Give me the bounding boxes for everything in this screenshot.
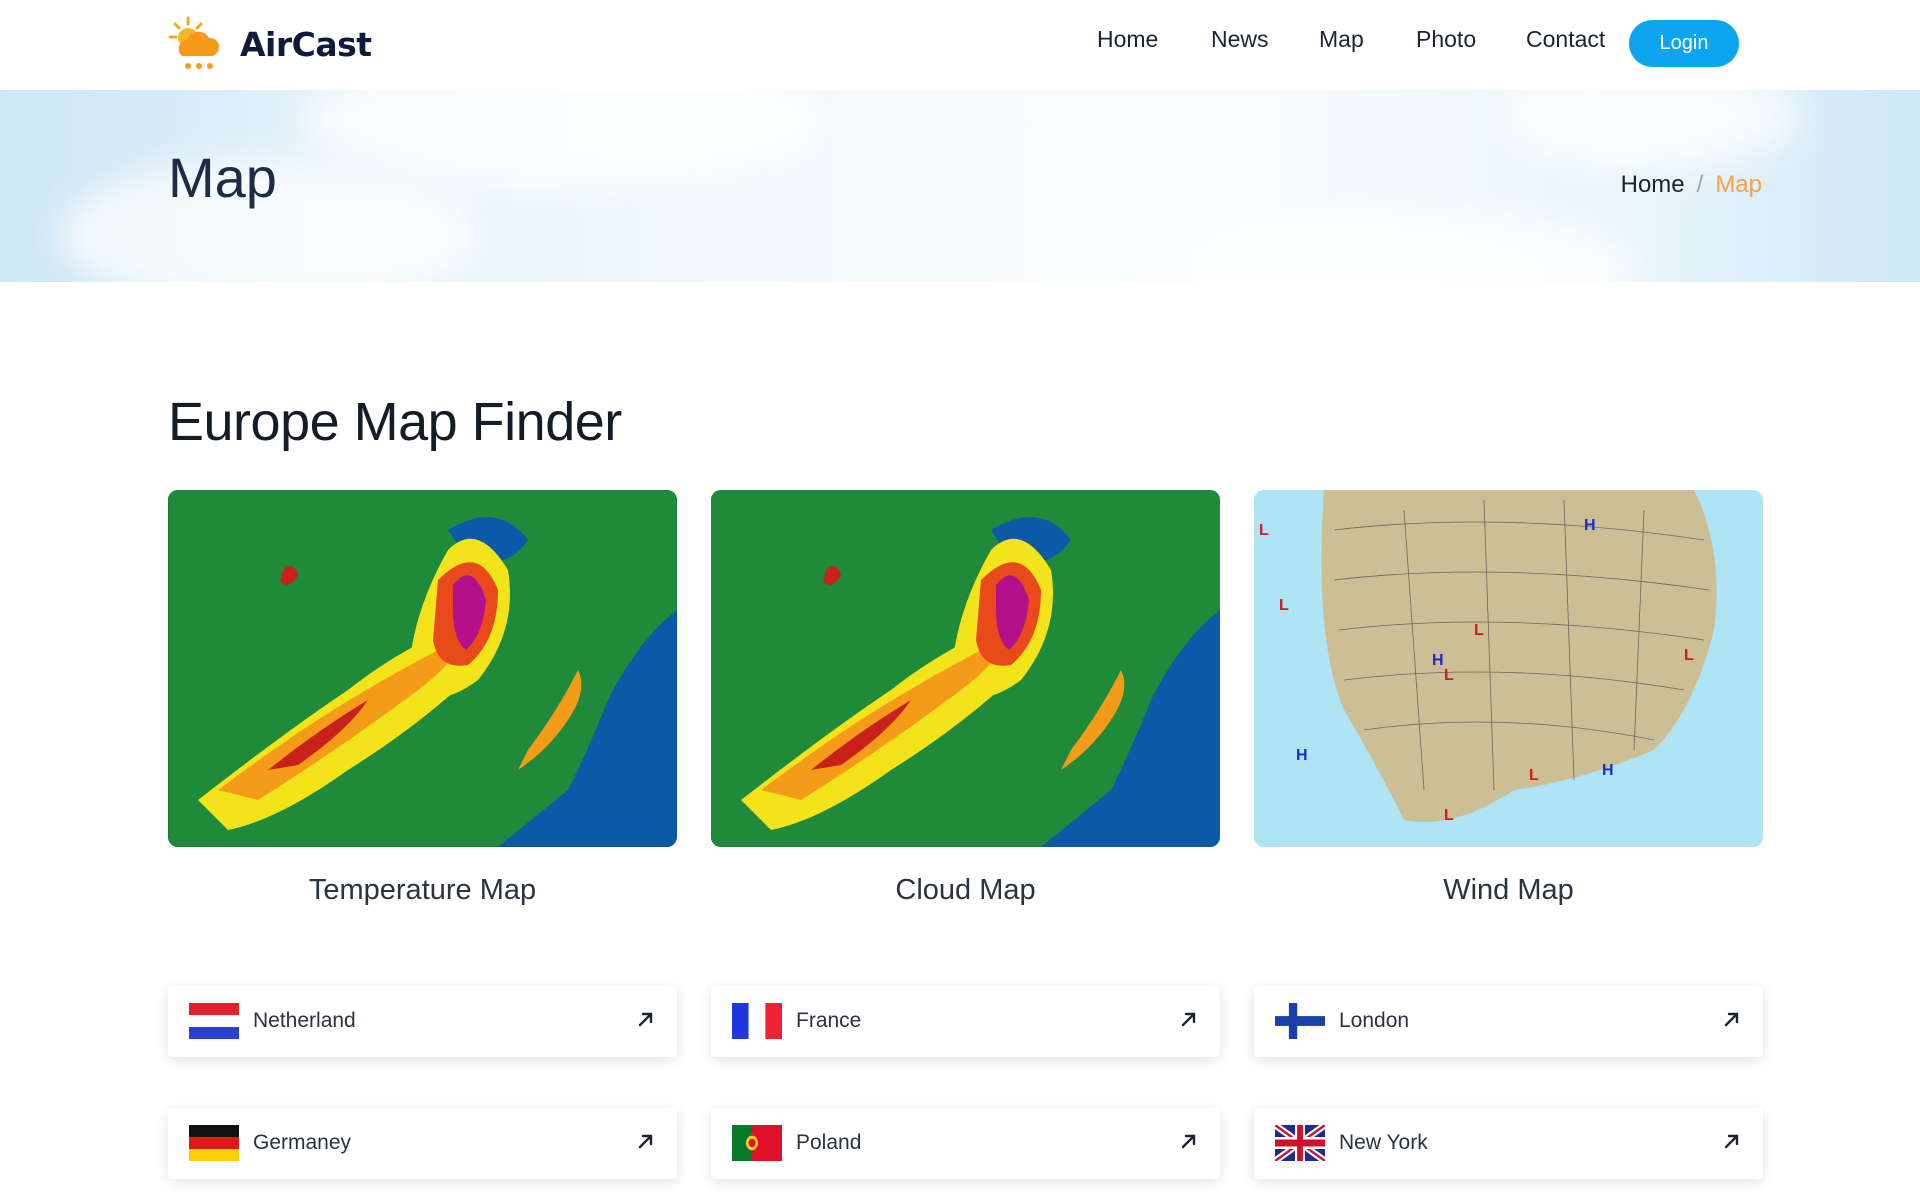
breadcrumb: Home / Map (1621, 171, 1762, 199)
breadcrumb-home-link[interactable]: Home (1621, 171, 1685, 199)
svg-text:L: L (1474, 622, 1484, 639)
finland-flag-icon (1275, 1003, 1325, 1039)
svg-text:L: L (1444, 667, 1454, 684)
cloud-map-image[interactable] (711, 490, 1220, 847)
nav-photo[interactable]: Photo (1416, 26, 1476, 53)
svg-text:L: L (1279, 597, 1289, 614)
portugal-flag-icon (732, 1125, 782, 1161)
page-title: Map (168, 146, 277, 209)
svg-text:L: L (1529, 767, 1539, 784)
country-card-new-york[interactable]: New York (1254, 1108, 1763, 1179)
france-flag-icon (732, 1003, 782, 1039)
nav-home[interactable]: Home (1097, 26, 1158, 53)
brand-name: AirCast (240, 24, 372, 64)
country-name: Netherland (253, 1009, 356, 1032)
country-name: New York (1339, 1131, 1428, 1154)
svg-text:H: H (1584, 517, 1596, 534)
country-card-france[interactable]: France (711, 986, 1220, 1057)
country-card-netherland[interactable]: Netherland (168, 986, 677, 1057)
section-title: Europe Map Finder (168, 392, 622, 452)
sun-cloud-rain-icon (168, 16, 220, 69)
country-name: London (1339, 1009, 1410, 1032)
germany-flag-icon (189, 1125, 239, 1161)
svg-text:H: H (1432, 652, 1444, 669)
map-caption-wind[interactable]: Wind Map (1254, 874, 1763, 907)
country-name: Poland (796, 1131, 862, 1154)
wind-map-image[interactable]: L L L L L L L H H H H (1254, 490, 1763, 847)
svg-text:L: L (1684, 647, 1694, 664)
brand[interactable]: AirCast (168, 14, 372, 74)
country-card-germaney[interactable]: Germaney (168, 1108, 677, 1179)
breadcrumb-separator: / (1696, 171, 1704, 198)
arrow-up-right-icon (1724, 1134, 1739, 1149)
arrow-up-right-icon (1181, 1134, 1196, 1149)
nav-news[interactable]: News (1211, 26, 1269, 53)
login-button[interactable]: Login (1629, 20, 1739, 67)
nav-contact[interactable]: Contact (1526, 26, 1605, 53)
svg-text:H: H (1296, 747, 1308, 764)
map-caption-temperature[interactable]: Temperature Map (168, 874, 677, 907)
country-name: France (796, 1009, 862, 1032)
svg-text:L: L (1259, 522, 1269, 539)
netherlands-flag-icon (189, 1003, 239, 1039)
uk-flag-icon (1275, 1125, 1325, 1161)
arrow-up-right-icon (638, 1012, 653, 1027)
top-navbar: AirCast Home News Map Photo Contact Logi… (0, 0, 1920, 90)
arrow-up-right-icon (638, 1134, 653, 1149)
nav-map[interactable]: Map (1319, 26, 1364, 53)
country-name: Germaney (253, 1131, 352, 1154)
breadcrumb-current: Map (1715, 171, 1762, 198)
svg-text:L: L (1444, 807, 1454, 824)
arrow-up-right-icon (1181, 1012, 1196, 1027)
map-caption-cloud[interactable]: Cloud Map (711, 874, 1220, 907)
country-card-london[interactable]: London (1254, 986, 1763, 1057)
country-card-poland[interactable]: Poland (711, 1108, 1220, 1179)
svg-text:H: H (1602, 762, 1614, 779)
temperature-map-image[interactable] (168, 490, 677, 847)
arrow-up-right-icon (1724, 1012, 1739, 1027)
